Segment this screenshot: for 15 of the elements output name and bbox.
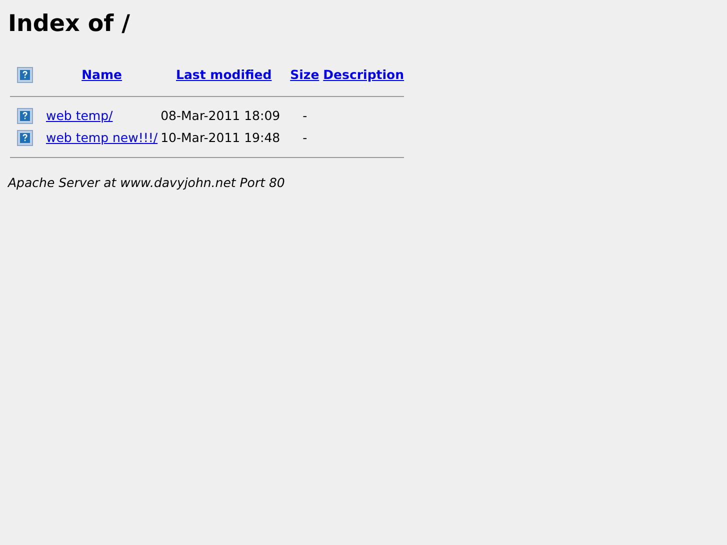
server-signature: Apache Server at www.davyjohn.net Port 80: [8, 174, 286, 192]
column-header-link[interactable]: Size: [290, 66, 320, 82]
page-title: Index of /: [8, 10, 132, 39]
modified-cell: 10-Mar-2011 19:48: [158, 127, 280, 149]
column-header-link[interactable]: Name: [82, 66, 122, 82]
question-mark-icon: [17, 67, 33, 83]
file-link[interactable]: web temp new!!!/: [46, 130, 158, 145]
question-mark-icon: [17, 108, 33, 124]
size-cell-text: -: [302, 128, 308, 147]
file-link[interactable]: web temp/: [46, 108, 113, 123]
modified-cell-text: 08-Mar-2011 18:09: [160, 106, 280, 125]
column-header-link[interactable]: Last modified: [176, 66, 272, 82]
size-cell-text: -: [302, 106, 308, 125]
question-mark-icon: [17, 130, 33, 146]
column-header-link[interactable]: Description: [323, 66, 404, 82]
